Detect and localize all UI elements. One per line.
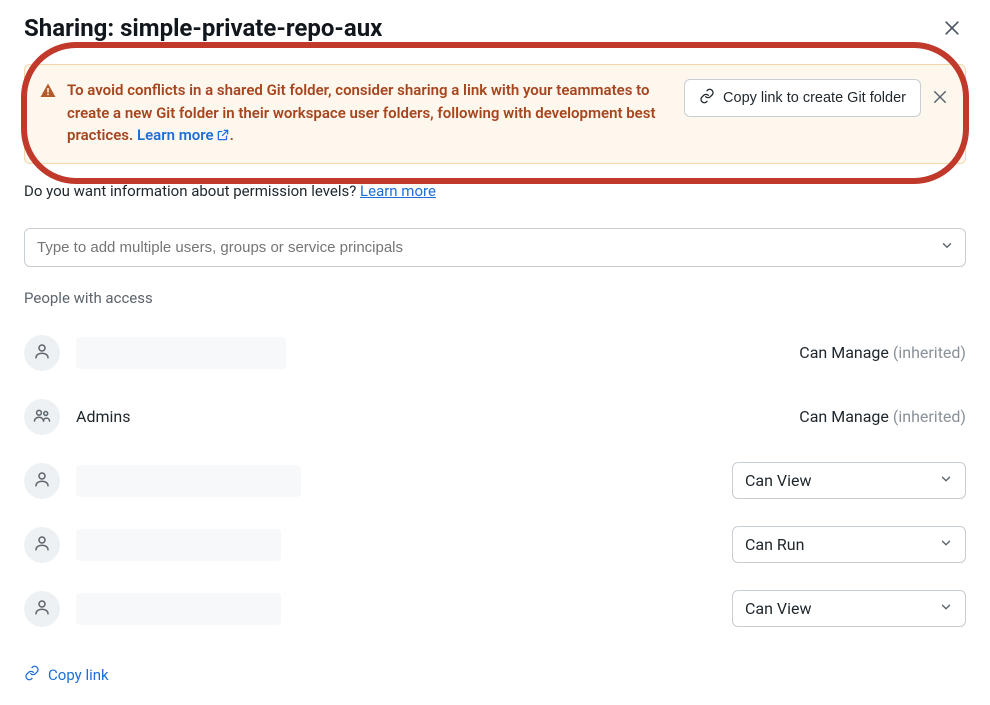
- chevron-down-icon: [939, 535, 953, 554]
- access-list: Can Manage (inherited) Admins Can Manage…: [24, 321, 966, 641]
- avatar: [24, 463, 60, 499]
- git-folder-alert: To avoid conflicts in a shared Git folde…: [24, 64, 966, 164]
- alert-period: .: [230, 126, 234, 144]
- permission-info-text: Do you want information about permission…: [24, 182, 360, 200]
- avatar: [24, 399, 60, 435]
- permission-select[interactable]: Can View: [732, 462, 966, 499]
- principal-name-redacted: [76, 593, 281, 625]
- alert-close-button[interactable]: [929, 86, 951, 111]
- user-icon: [33, 470, 51, 492]
- git-folder-alert-wrap: To avoid conflicts in a shared Git folde…: [24, 64, 966, 164]
- alert-learn-more-link[interactable]: Learn more: [137, 126, 230, 144]
- copy-link-create-git-folder-button[interactable]: Copy link to create Git folder: [684, 79, 921, 117]
- user-icon: [33, 598, 51, 620]
- external-link-icon: [216, 126, 230, 149]
- principal-name-redacted: [76, 337, 286, 369]
- principal-name-redacted: [76, 529, 281, 561]
- add-principal-input[interactable]: [24, 228, 966, 267]
- chevron-down-icon: [939, 471, 953, 490]
- permission-select-value: Can View: [745, 599, 812, 618]
- close-icon: [942, 18, 962, 38]
- access-row: Can View: [24, 577, 966, 641]
- close-icon: [931, 94, 949, 109]
- permission-inherited: (inherited): [889, 343, 966, 362]
- permission-learn-more-link[interactable]: Learn more: [360, 182, 436, 200]
- close-button[interactable]: [938, 14, 966, 42]
- user-icon: [33, 534, 51, 556]
- avatar: [24, 591, 60, 627]
- access-row: Can View: [24, 449, 966, 513]
- alert-text: To avoid conflicts in a shared Git folde…: [67, 79, 674, 149]
- warning-icon: [39, 82, 57, 100]
- link-icon: [24, 665, 40, 685]
- permission-label: Can Manage: [799, 407, 889, 426]
- principal-name-redacted: [76, 465, 301, 497]
- dialog-title: Sharing: simple-private-repo-aux: [24, 14, 382, 42]
- permission-label: Can Manage: [799, 343, 889, 362]
- permission-select[interactable]: Can Run: [732, 526, 966, 563]
- permission-inherited: (inherited): [889, 407, 966, 426]
- permission-select-value: Can View: [745, 471, 812, 490]
- permission-select-value: Can Run: [745, 535, 804, 554]
- group-icon: [33, 406, 51, 428]
- copy-link-label: Copy link: [48, 666, 109, 684]
- access-row: Can Run: [24, 513, 966, 577]
- button-label: Copy link to create Git folder: [723, 90, 906, 106]
- dialog-header: Sharing: simple-private-repo-aux: [24, 14, 966, 42]
- permission-static: Can Manage (inherited): [799, 343, 966, 362]
- access-row: Can Manage (inherited): [24, 321, 966, 385]
- access-row: Admins Can Manage (inherited): [24, 385, 966, 449]
- chevron-down-icon: [939, 599, 953, 618]
- link-icon: [699, 88, 715, 108]
- permission-static: Can Manage (inherited): [799, 407, 966, 426]
- copy-link-button[interactable]: Copy link: [24, 665, 109, 685]
- sharing-dialog: Sharing: simple-private-repo-aux To avoi…: [0, 0, 990, 705]
- permission-select[interactable]: Can View: [732, 590, 966, 627]
- avatar: [24, 335, 60, 371]
- principal-name: Admins: [76, 407, 130, 426]
- alert-actions: Copy link to create Git folder: [684, 79, 951, 117]
- people-with-access-label: People with access: [24, 289, 966, 307]
- add-principal-combobox[interactable]: [24, 228, 966, 267]
- user-icon: [33, 342, 51, 364]
- permission-info: Do you want information about permission…: [24, 182, 966, 200]
- avatar: [24, 527, 60, 563]
